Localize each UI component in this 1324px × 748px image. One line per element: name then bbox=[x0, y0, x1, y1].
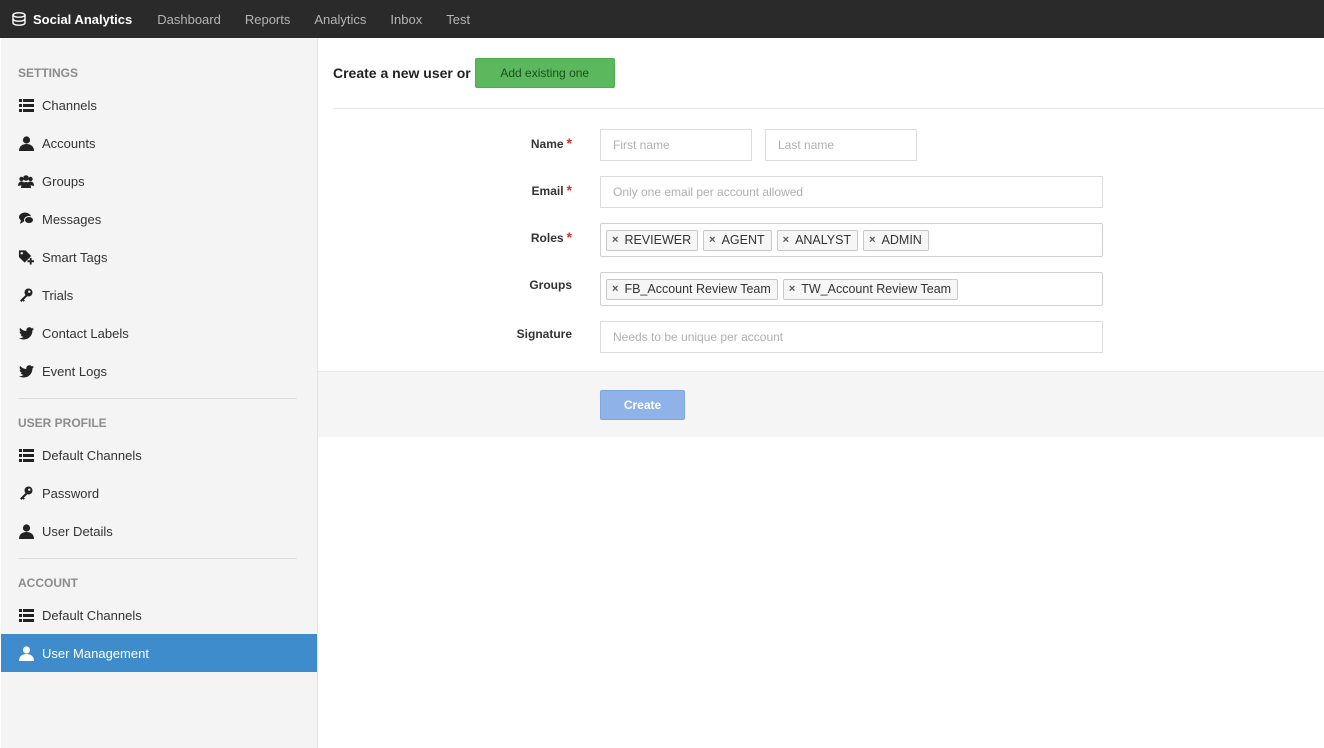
sidebar-item-trials[interactable]: Trials bbox=[1, 276, 317, 314]
header-divider bbox=[333, 108, 1324, 109]
chat-icon bbox=[18, 211, 34, 227]
tag-plus-icon bbox=[18, 249, 34, 265]
app-title: Social Analytics bbox=[33, 11, 133, 27]
sidebar-divider bbox=[18, 398, 297, 399]
email-label: Email * bbox=[452, 182, 572, 198]
sidebar-divider bbox=[18, 558, 297, 559]
role-tag: × AGENT bbox=[703, 229, 772, 251]
first-name-input[interactable] bbox=[600, 129, 752, 161]
form-header: Create a new user or Add existing one bbox=[333, 58, 615, 88]
group-tag: × TW_Account Review Team bbox=[782, 278, 959, 300]
nav-test[interactable]: Test bbox=[446, 12, 470, 27]
nav-reports[interactable]: Reports bbox=[245, 12, 291, 27]
twitter-icon bbox=[18, 325, 34, 341]
sidebar-item-label: Default Channels bbox=[42, 447, 142, 463]
sidebar-item-label: User Management bbox=[42, 645, 149, 661]
list-icon bbox=[18, 607, 34, 623]
remove-tag-icon[interactable]: × bbox=[783, 234, 789, 246]
twitter-icon bbox=[18, 363, 34, 379]
sidebar-item-account-default-channels[interactable]: Default Channels bbox=[1, 596, 317, 634]
role-tag-label: ANALYST bbox=[795, 233, 852, 247]
sidebar-item-label: User Details bbox=[42, 523, 113, 539]
sidebar-item-contact-labels[interactable]: Contact Labels bbox=[1, 314, 317, 352]
groups-label-text: Groups bbox=[529, 278, 572, 292]
roles-label: Roles * bbox=[452, 229, 572, 245]
last-name-input[interactable] bbox=[765, 129, 917, 161]
group-tag-label: TW_Account Review Team bbox=[801, 282, 952, 296]
name-label-text: Name bbox=[530, 137, 564, 151]
sidebar-item-password[interactable]: Password bbox=[1, 474, 317, 512]
sidebar-item-label: Messages bbox=[42, 211, 102, 227]
sidebar-item-label: Smart Tags bbox=[42, 249, 108, 265]
sidebar-item-channels[interactable]: Channels bbox=[1, 86, 317, 124]
list-icon bbox=[18, 447, 34, 463]
sidebar-item-label: Channels bbox=[42, 97, 97, 113]
key-icon bbox=[18, 485, 34, 501]
group-tag-label: FB_Account Review Team bbox=[624, 282, 771, 296]
sidebar-item-event-logs[interactable]: Event Logs bbox=[1, 352, 317, 390]
sidebar-item-groups[interactable]: Groups bbox=[1, 162, 317, 200]
role-tag-label: AGENT bbox=[721, 233, 765, 247]
role-tag: × REVIEWER bbox=[606, 229, 699, 251]
role-tag-label: REVIEWER bbox=[624, 233, 692, 247]
signature-label-text: Signature bbox=[516, 327, 572, 341]
sidebar-item-label: Event Logs bbox=[42, 363, 108, 379]
nav-inbox[interactable]: Inbox bbox=[390, 12, 422, 27]
roles-label-text: Roles bbox=[530, 231, 564, 245]
user-icon bbox=[18, 645, 34, 661]
remove-tag-icon[interactable]: × bbox=[612, 283, 618, 295]
groups-label: Groups bbox=[452, 278, 572, 292]
database-icon bbox=[12, 12, 26, 26]
signature-input[interactable] bbox=[600, 321, 1103, 353]
add-existing-button[interactable]: Add existing one bbox=[474, 58, 615, 88]
remove-tag-icon[interactable]: × bbox=[869, 234, 875, 246]
sidebar-item-user-management[interactable]: User Management bbox=[1, 634, 317, 672]
remove-tag-icon[interactable]: × bbox=[612, 234, 618, 246]
list-icon bbox=[18, 97, 34, 113]
signature-label: Signature bbox=[452, 327, 572, 341]
page-title: Create a new user or bbox=[333, 65, 471, 81]
roles-multiselect[interactable]: × REVIEWER × AGENT × ANALYST × ADMIN bbox=[600, 223, 1103, 257]
email-input[interactable] bbox=[600, 176, 1103, 208]
sidebar: SETTINGS Channels Accounts Groups Messag… bbox=[1, 38, 318, 748]
sidebar-item-label: Contact Labels bbox=[42, 325, 129, 341]
sidebar-item-label: Default Channels bbox=[42, 607, 142, 623]
create-button[interactable]: Create bbox=[600, 390, 685, 420]
sidebar-item-user-details[interactable]: User Details bbox=[1, 512, 317, 550]
sidebar-item-label: Password bbox=[42, 485, 100, 501]
sidebar-item-accounts[interactable]: Accounts bbox=[1, 124, 317, 162]
remove-tag-icon[interactable]: × bbox=[789, 283, 795, 295]
account-section-title: ACCOUNT bbox=[18, 576, 78, 590]
form-actions: Create bbox=[318, 371, 1324, 437]
name-label: Name * bbox=[452, 135, 572, 151]
top-navbar: Social Analytics Dashboard Reports Analy… bbox=[0, 0, 1324, 38]
remove-tag-icon[interactable]: × bbox=[709, 234, 715, 246]
sidebar-item-smart-tags[interactable]: Smart Tags bbox=[1, 238, 317, 276]
email-label-text: Email bbox=[531, 184, 564, 198]
role-tag: × ANALYST bbox=[776, 229, 859, 251]
main-nav: Dashboard Reports Analytics Inbox Test bbox=[157, 12, 494, 27]
role-tag: × ADMIN bbox=[863, 229, 929, 251]
user-profile-section-title: USER PROFILE bbox=[18, 416, 107, 430]
required-marker: * bbox=[566, 182, 572, 198]
sidebar-item-label: Trials bbox=[42, 287, 74, 303]
sidebar-item-label: Accounts bbox=[42, 135, 96, 151]
sidebar-item-label: Groups bbox=[42, 173, 85, 189]
sidebar-item-messages[interactable]: Messages bbox=[1, 200, 317, 238]
user-icon bbox=[18, 523, 34, 539]
nav-dashboard[interactable]: Dashboard bbox=[157, 12, 221, 27]
key-icon bbox=[18, 287, 34, 303]
role-tag-label: ADMIN bbox=[881, 233, 922, 247]
user-icon bbox=[18, 135, 34, 151]
groups-multiselect[interactable]: × FB_Account Review Team × TW_Account Revi… bbox=[600, 272, 1103, 306]
settings-section-title: SETTINGS bbox=[18, 66, 79, 80]
main-content: Create a new user or Add existing one Na… bbox=[318, 38, 1324, 748]
nav-analytics[interactable]: Analytics bbox=[314, 12, 366, 27]
users-icon bbox=[18, 173, 34, 189]
sidebar-item-default-channels[interactable]: Default Channels bbox=[1, 436, 317, 474]
required-marker: * bbox=[566, 135, 572, 151]
group-tag: × FB_Account Review Team bbox=[606, 278, 778, 300]
brand[interactable]: Social Analytics bbox=[0, 12, 132, 27]
required-marker: * bbox=[566, 229, 572, 245]
